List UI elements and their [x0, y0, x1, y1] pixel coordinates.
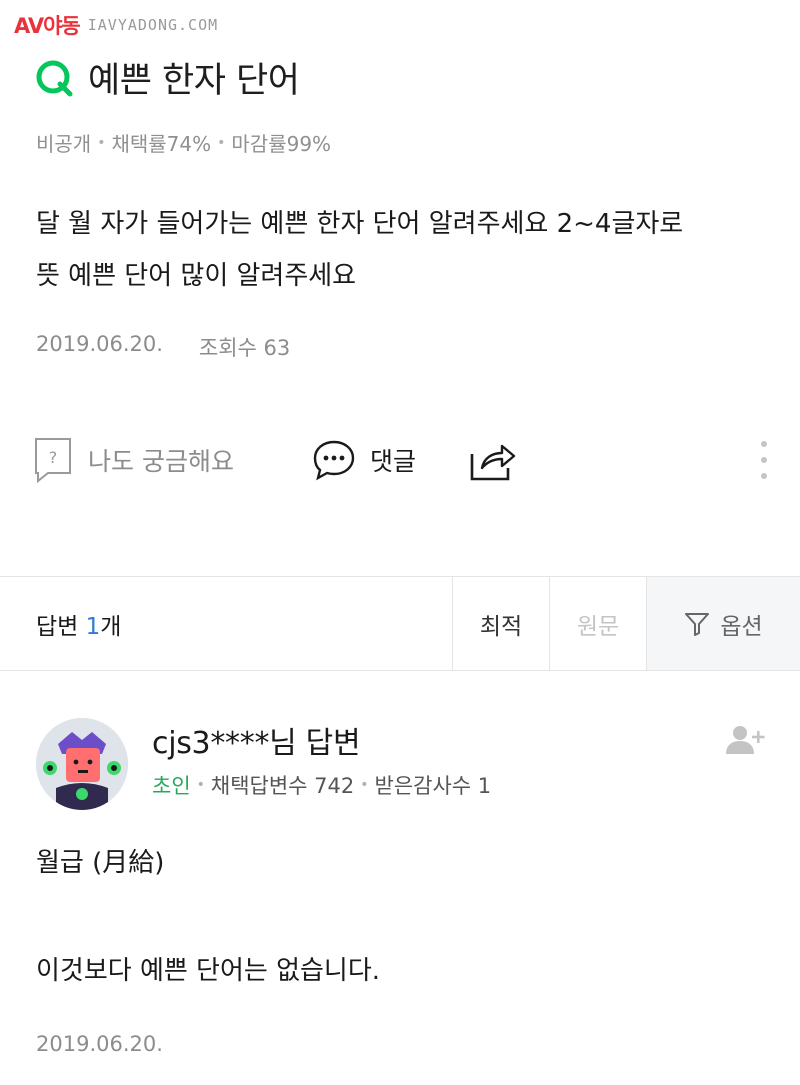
avatar[interactable]: [36, 718, 128, 810]
separator-dot: •: [360, 777, 369, 793]
answers-suffix: 개: [100, 614, 122, 640]
more-vertical-icon: [761, 441, 767, 479]
follow-button[interactable]: [726, 724, 766, 756]
answers-count: 1: [85, 614, 101, 640]
add-user-icon: [726, 726, 765, 754]
answer-author-meta: 초인 • 채택답변수 742 • 받은감사수 1: [152, 770, 491, 800]
answer-body-line: 월급 (月給): [36, 848, 165, 878]
question-title: 예쁜 한자 단어: [88, 61, 300, 101]
options-button[interactable]: 옵션: [646, 577, 800, 670]
filter-icon: [685, 612, 710, 636]
sort-best-button[interactable]: 최적: [452, 577, 549, 670]
answer-body-line: 이것보다 예쁜 단어는 없습니다.: [36, 956, 381, 986]
answer-author[interactable]: cjs3****님 답변: [152, 718, 361, 762]
question-header: 예쁜 한자 단어: [34, 52, 300, 103]
action-row: ? 나도 궁금해요 댓글: [34, 432, 774, 488]
answer-date: 2019.06.20.: [36, 1032, 163, 1056]
q-icon: [36, 60, 73, 96]
adopted-answer-count: 채택답변수 742: [210, 774, 355, 798]
question-body-line: 달 월 자가 들어가는 예쁜 한자 단어 알려주세요 2~4글자로: [36, 209, 684, 239]
options-label: 옵션: [720, 613, 763, 640]
share-icon: [470, 444, 516, 481]
separator-dot: •: [217, 134, 226, 151]
author-level: 초인: [152, 774, 191, 798]
question-body: 달 월 자가 들어가는 예쁜 한자 단어 알려주세요 2~4글자로 뜻 예쁜 단…: [36, 198, 776, 302]
comment-label: 댓글: [370, 447, 417, 476]
question-info: 2019.06.20. 조회수 63: [36, 332, 290, 362]
visibility-label: 비공개: [36, 132, 92, 156]
thanks-count: 받은감사수 1: [374, 774, 492, 798]
avatar-image: [36, 718, 128, 810]
view-count: 조회수 63: [198, 336, 291, 360]
sort-original-button[interactable]: 원문: [549, 577, 646, 670]
separator-dot: •: [196, 777, 205, 793]
watermark-logo: AV야동: [14, 14, 81, 38]
adoption-rate: 채택률74%: [111, 132, 212, 156]
question-meta: 비공개 • 채택률74% • 마감률99%: [36, 128, 331, 157]
comment-icon: [313, 440, 355, 481]
comment-button[interactable]: 댓글: [312, 432, 416, 488]
curious-button[interactable]: ? 나도 궁금해요: [34, 432, 234, 488]
question-body-line: 뜻 예쁜 단어 많이 알려주세요: [36, 261, 357, 291]
closing-rate: 마감률99%: [231, 132, 332, 156]
answers-bar: 답변 1개 최적 원문 옵션: [0, 577, 800, 670]
watermark: AV야동 IAVYADONG.COM: [14, 10, 218, 40]
svg-text:?: ?: [49, 448, 58, 467]
question-bubble-icon: ?: [35, 438, 71, 483]
answers-count-label: 답변 1개: [36, 607, 121, 641]
more-options-button[interactable]: [754, 432, 774, 488]
question-date: 2019.06.20.: [36, 332, 163, 356]
share-button[interactable]: [468, 432, 516, 488]
separator-dot: •: [97, 134, 106, 151]
answers-prefix: 답변: [36, 614, 79, 640]
curious-label: 나도 궁금해요: [88, 447, 234, 476]
watermark-url: IAVYADONG.COM: [87, 16, 219, 34]
divider: [0, 670, 800, 671]
